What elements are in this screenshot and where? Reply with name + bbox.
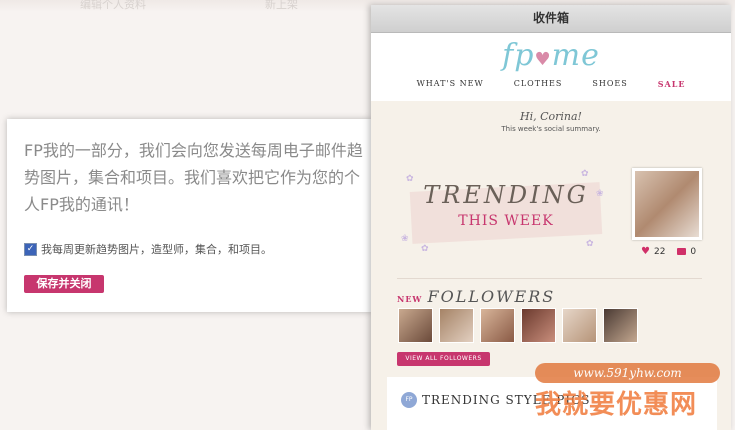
follower-avatar[interactable] (439, 308, 474, 343)
checkbox-label: 我每周更新趋势图片，造型师，集合，和项目。 (41, 243, 272, 256)
faded-text: 编辑个人资料 (80, 0, 146, 11)
trending-photo[interactable] (632, 168, 702, 240)
flower-icon: ✿ (586, 239, 594, 249)
logo-text-2: me (551, 38, 600, 73)
heart-icon: ♥ (641, 246, 650, 257)
fp-me-logo[interactable]: fp♥me (371, 38, 731, 73)
heart-icon: ♥ (534, 49, 552, 70)
trending-subtitle: THIS WEEK (458, 213, 554, 229)
card-description: FP我的一部分，我们会向您发送每周电子邮件趋势图片，集合和项目。我们喜欢把它作为… (24, 141, 363, 214)
logo-text: fp (502, 38, 535, 73)
comment-icon (677, 248, 687, 255)
follower-avatar[interactable] (562, 308, 597, 343)
trending-banner[interactable]: ✿ ✿ ❀ ❀ ✿ ✿ TRENDING THIS WEEK (401, 169, 611, 259)
greeting: Hi, Corina! (520, 110, 582, 123)
follower-avatar[interactable] (398, 308, 433, 343)
follower-list (398, 308, 638, 343)
followers-title: FOLLOWERS (427, 287, 556, 306)
nav-shoes[interactable]: SHOES (592, 79, 627, 89)
newsletter-checkbox-row[interactable]: ✓ 我每周更新趋势图片，造型师，集合，和项目。 (24, 241, 272, 257)
view-all-followers-button[interactable]: VIEW ALL FOLLOWERS (397, 352, 490, 366)
save-close-button[interactable]: 保存并关闭 (24, 275, 104, 293)
faded-text: 新上架 (265, 0, 298, 11)
signup-card: FP我的一部分，我们会向您发送每周电子邮件趋势图片，集合和项目。我们喜欢把它作为… (7, 119, 371, 312)
flower-icon: ✿ (421, 244, 429, 254)
nav-whats-new[interactable]: WHAT'S NEW (417, 79, 484, 89)
inbox-title: 收件箱 (371, 5, 731, 33)
flower-icon: ✿ (581, 169, 589, 179)
summary-text: This week's social summary. (501, 125, 601, 133)
follower-avatar[interactable] (603, 308, 638, 343)
followers-new-label: NEW (397, 294, 423, 304)
nav-clothes[interactable]: CLOTHES (514, 79, 563, 89)
flower-icon: ❀ (401, 234, 409, 244)
likes-count: 22 (653, 246, 666, 257)
divider (397, 278, 702, 279)
fp-badge-icon: FP (401, 392, 417, 408)
watermark-url: www.591yhw.com (535, 363, 720, 383)
email-nav: WHAT'S NEW CLOTHES SHOES SALE (371, 79, 731, 89)
follower-avatar[interactable] (480, 308, 515, 343)
watermark-text: 我就要优惠网 (535, 390, 698, 420)
trending-title: TRENDING (423, 181, 589, 209)
followers-heading: NEW FOLLOWERS (397, 287, 555, 306)
nav-sale[interactable]: SALE (658, 79, 686, 89)
follower-avatar[interactable] (521, 308, 556, 343)
photo-stats: ♥ 22 0 (641, 246, 696, 257)
comments-count: 0 (690, 246, 697, 257)
checkbox-icon[interactable]: ✓ (24, 242, 37, 256)
